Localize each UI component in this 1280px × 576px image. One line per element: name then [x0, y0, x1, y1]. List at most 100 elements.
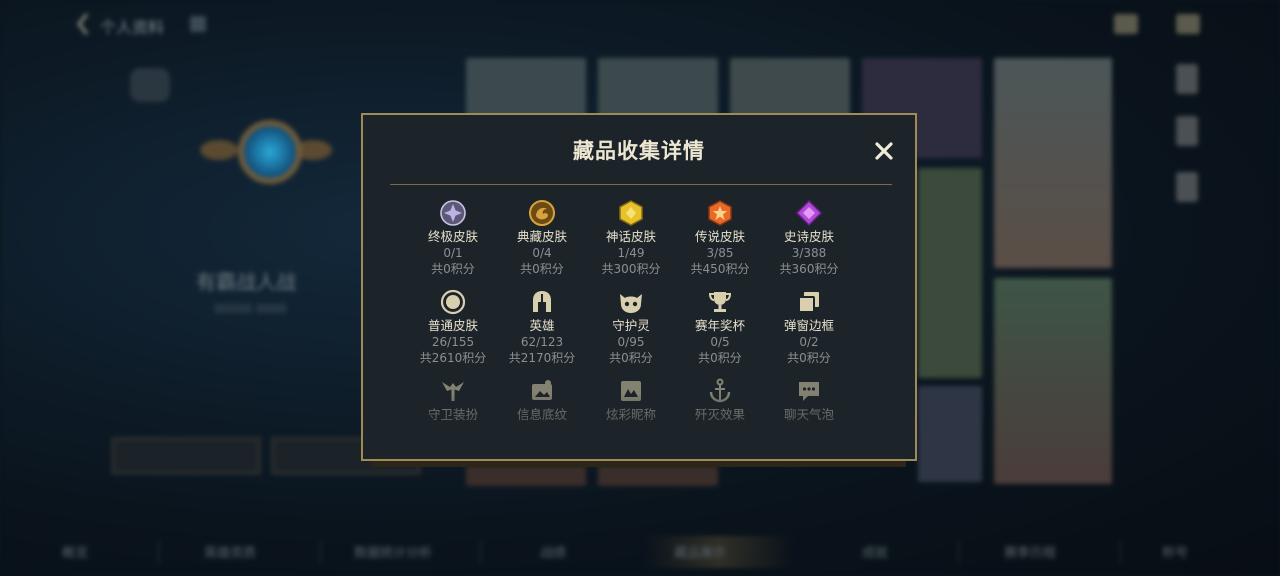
colorful-nickname-icon — [617, 377, 645, 405]
collection-item-name: 英雄 — [529, 318, 555, 333]
ultimate-skin-icon — [439, 199, 467, 227]
bottom-nav-item[interactable]: 赛季历程 — [1004, 542, 1056, 561]
collection-item-count: 0/2 — [799, 335, 819, 349]
page-title: 个人资料 — [100, 18, 165, 37]
side-share-icon[interactable] — [1176, 172, 1198, 202]
bottom-nav-item[interactable]: 成就 — [862, 542, 888, 561]
background-button-1[interactable] — [112, 438, 260, 474]
notification-icon[interactable] — [1176, 14, 1200, 34]
collection-item[interactable]: 弹窗边框 0/2 共0积分 — [764, 288, 854, 367]
collection-item-points: 共360积分 — [779, 262, 839, 276]
collection-item-name: 普通皮肤 — [427, 318, 478, 333]
collection-item-name: 守护灵 — [612, 318, 650, 333]
rank-emblem-icon — [200, 108, 332, 204]
collection-item[interactable]: 歼灭效果 — [675, 377, 765, 423]
collection-item-name: 传说皮肤 — [694, 229, 745, 244]
skin-thumbnail[interactable] — [598, 58, 718, 118]
collection-item[interactable]: 终极皮肤 0/1 共0积分 — [408, 199, 498, 278]
skin-thumbnail[interactable] — [994, 278, 1112, 484]
collection-item[interactable]: 守护灵 0/95 共0积分 — [586, 288, 676, 367]
collection-item-points: 共2170积分 — [508, 351, 576, 365]
collection-item-name: 赛年奖杯 — [694, 318, 745, 333]
emblem-left-wing — [200, 140, 238, 160]
mail-icon[interactable] — [1114, 14, 1138, 34]
collection-item[interactable]: 守卫装扮 — [408, 377, 498, 423]
collection-item[interactable]: 英雄 62/123 共2170积分 — [497, 288, 587, 367]
epic-skin-icon — [795, 199, 823, 227]
skin-thumbnail[interactable] — [730, 58, 850, 118]
player-subtitle: 00000 0000 — [214, 302, 287, 316]
collection-item-count: 0/95 — [617, 335, 645, 349]
emblem-orb — [238, 120, 302, 184]
collection-item-name: 信息底纹 — [516, 407, 567, 422]
collection-item-name: 典藏皮肤 — [516, 229, 567, 244]
nav-divider — [480, 540, 481, 564]
collection-item-name: 炫彩昵称 — [605, 407, 656, 422]
popup-frame-icon — [795, 288, 823, 316]
skin-thumbnail[interactable] — [994, 58, 1112, 268]
collection-item-name: 神话皮肤 — [605, 229, 656, 244]
collection-item[interactable]: 神话皮肤 1/49 共300积分 — [586, 199, 676, 278]
bottom-nav-item[interactable]: 称号 — [1162, 542, 1188, 561]
collection-item-name: 守卫装扮 — [427, 407, 478, 422]
collection-item-count: 1/49 — [617, 246, 645, 260]
bottom-nav-item[interactable]: 藏品展示 — [674, 542, 726, 561]
collection-item[interactable]: 赛年奖杯 0/5 共0积分 — [675, 288, 765, 367]
bottom-nav-item[interactable]: 英雄资质 — [204, 542, 256, 561]
collection-item-points: 共450积分 — [690, 262, 750, 276]
collection-details-modal: 藏品收集详情 终极皮肤 0/1 共0积分 典藏皮肤 0/4 共0积分 神话皮肤 1/49 共30… — [361, 113, 917, 461]
title-divider — [390, 184, 892, 185]
bottom-nav: 概览 英雄资质 数据统计分析 战绩 藏品展示 成就 赛季历程 称号 — [0, 530, 1280, 570]
ward-skin-icon — [439, 377, 467, 405]
collection-item-name: 歼灭效果 — [694, 407, 745, 422]
collection-item-count: 26/155 — [431, 335, 475, 349]
modal-title: 藏品收集详情 — [573, 139, 705, 163]
collection-item-points: 共300积分 — [601, 262, 661, 276]
collection-item[interactable]: 炫彩昵称 — [586, 377, 676, 423]
collection-item[interactable]: 聊天气泡 — [764, 377, 854, 423]
collection-item[interactable]: 史诗皮肤 3/388 共360积分 — [764, 199, 854, 278]
side-home-icon[interactable] — [1176, 64, 1198, 94]
collection-item[interactable]: 信息底纹 — [497, 377, 587, 423]
collection-item[interactable]: 典藏皮肤 0/4 共0积分 — [497, 199, 587, 278]
info-background-icon — [528, 377, 556, 405]
collection-item-count: 3/85 — [706, 246, 734, 260]
collection-item-count: 0/4 — [532, 246, 552, 260]
skin-thumbnail[interactable] — [598, 466, 718, 486]
collection-item[interactable]: 普通皮肤 26/155 共2610积分 — [408, 288, 498, 367]
skin-thumbnail[interactable] — [466, 58, 586, 118]
hero-helmet-icon — [528, 288, 556, 316]
collection-item-points: 共0积分 — [698, 351, 742, 365]
collection-item-points: 共0积分 — [520, 262, 564, 276]
collection-item-name: 终极皮肤 — [427, 229, 478, 244]
nav-divider — [958, 540, 959, 564]
player-name: 有霸战人战 — [196, 270, 296, 294]
collection-item-count: 62/123 — [520, 335, 564, 349]
close-icon[interactable] — [868, 135, 900, 167]
skin-thumbnail[interactable] — [466, 466, 586, 486]
collection-item-points: 共0积分 — [787, 351, 831, 365]
mythic-skin-icon — [617, 199, 645, 227]
collection-item-count: 0/1 — [443, 246, 463, 260]
side-person-icon[interactable] — [1176, 116, 1198, 146]
skin-thumbnail[interactable] — [918, 168, 982, 378]
bottom-nav-item[interactable]: 概览 — [62, 542, 88, 561]
bottom-nav-item[interactable]: 战绩 — [540, 542, 566, 561]
legendary-skin-icon — [706, 199, 734, 227]
top-bar: 个人资料 — [0, 0, 1280, 50]
skin-thumbnail[interactable] — [918, 386, 982, 482]
bottom-nav-item[interactable]: 数据统计分析 — [354, 542, 432, 561]
collection-item-count: 3/388 — [791, 246, 827, 260]
normal-skin-icon — [439, 288, 467, 316]
collection-item-points: 共2610积分 — [419, 351, 487, 365]
back-chevron-icon[interactable] — [76, 12, 90, 36]
collection-item-name: 弹窗边框 — [783, 318, 834, 333]
collection-item-name: 聊天气泡 — [783, 407, 834, 422]
chat-bubble-icon — [795, 377, 823, 405]
collection-item[interactable]: 传说皮肤 3/85 共450积分 — [675, 199, 765, 278]
title-tag-icon — [190, 16, 206, 32]
legacy-skin-icon — [528, 199, 556, 227]
nav-divider — [158, 540, 159, 564]
collection-item-count: 0/5 — [710, 335, 730, 349]
rank-badge-icon[interactable] — [130, 68, 170, 102]
